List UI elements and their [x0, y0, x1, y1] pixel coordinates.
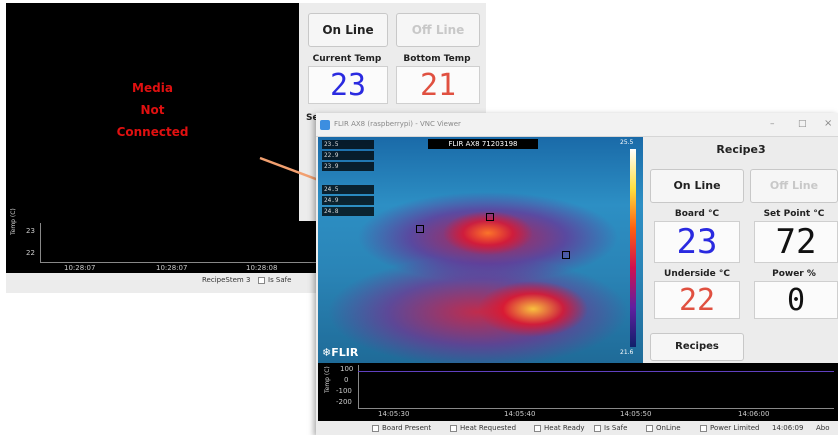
underside-temp-value: 22: [654, 281, 740, 319]
power-value: 0: [754, 281, 838, 319]
offline-button[interactable]: Off Line: [750, 169, 838, 203]
back-current-temp-value: 23: [308, 66, 388, 104]
board-present-checkbox[interactable]: [372, 424, 379, 432]
foreground-app-window: FLIR AX8 (raspberrypi) - VNC Viewer – □ …: [316, 113, 838, 435]
underside-temp-label: Underside °C: [664, 269, 730, 279]
power-limited-checkbox[interactable]: [700, 424, 707, 432]
front-graph-xtick: 14:06:00: [738, 410, 770, 418]
temperature-scale-bar: [630, 149, 636, 347]
media-line-3: Connected: [116, 125, 189, 139]
graph-series-line: [358, 371, 834, 372]
front-graph-ytick: -200: [336, 398, 352, 406]
front-graph-ytick: -100: [336, 387, 352, 395]
setpoint-value[interactable]: 72: [754, 221, 838, 263]
window-title: FLIR AX8 (raspberrypi) - VNC Viewer: [334, 120, 461, 128]
status-is-safe: Is Safe: [594, 424, 627, 432]
back-current-temp-label: Current Temp: [312, 54, 382, 64]
front-graph-ytick: 0: [344, 376, 349, 384]
minimize-icon[interactable]: –: [770, 119, 775, 129]
front-graph-ytick: 100: [340, 365, 354, 373]
status-online: OnLine: [646, 424, 681, 432]
setpoint-label: Set Point °C: [763, 209, 825, 219]
recipe-title: Recipe3: [716, 143, 766, 156]
back-offline-button[interactable]: Off Line: [396, 13, 480, 47]
back-bottom-temp-label: Bottom Temp: [403, 54, 471, 64]
front-temp-graph: Temp (C) 100 0 -100 -200 14:05:30 14:05:…: [318, 363, 838, 421]
media-line-1: Media: [132, 81, 173, 95]
media-line-2: Not: [140, 103, 165, 117]
back-bottom-temp-value: 21: [396, 66, 480, 104]
thermal-header: FLIR AX8 71203198: [428, 139, 538, 149]
status-heat-requested: Heat Requested: [450, 424, 516, 432]
spot-marker: [416, 225, 424, 233]
scale-max: 25.5: [620, 139, 634, 146]
front-graph-xtick: 14:05:40: [504, 410, 536, 418]
front-graph-xtick: 14:05:30: [378, 410, 410, 418]
front-graph-xtick: 14:05:50: [620, 410, 652, 418]
is-safe-checkbox[interactable]: [258, 276, 265, 284]
status-power-limited: Power Limited: [700, 424, 760, 432]
spot-tag: 24.5: [322, 185, 374, 194]
back-graph-axis-label: Temp (C): [10, 208, 17, 235]
about-link[interactable]: Abo: [816, 424, 830, 432]
media-status-text: Media Not Connected: [6, 77, 299, 143]
power-label: Power %: [772, 269, 816, 279]
spot-marker: [562, 251, 570, 259]
back-status-recipe: RecipeStem 3: [202, 276, 251, 284]
spot-tag: 23.9: [322, 162, 374, 171]
board-temp-label: Board °C: [674, 209, 720, 219]
window-titlebar[interactable]: FLIR AX8 (raspberrypi) - VNC Viewer – □ …: [316, 113, 838, 137]
spot-tag: 23.5: [322, 140, 374, 149]
back-graph-ytick: 23: [26, 227, 35, 235]
front-status-bar: Board Present Heat Requested Heat Ready …: [316, 421, 838, 435]
back-graph-ytick: 22: [26, 249, 35, 257]
back-graph-xtick: 10:28:07: [64, 264, 96, 272]
online-checkbox[interactable]: [646, 424, 653, 432]
is-safe-checkbox[interactable]: [594, 424, 601, 432]
close-icon[interactable]: ×: [824, 118, 832, 129]
spot-marker: [486, 213, 494, 221]
status-heat-ready: Heat Ready: [534, 424, 585, 432]
online-button[interactable]: On Line: [650, 169, 744, 203]
front-graph-axis-label: Temp (C): [324, 366, 331, 393]
status-time: 14:06:09: [772, 424, 804, 432]
back-online-button[interactable]: On Line: [308, 13, 388, 47]
spot-tag: 22.9: [322, 151, 374, 160]
back-graph-xtick: 10:28:07: [156, 264, 188, 272]
back-status-is-safe: Is Safe: [258, 276, 291, 284]
snowflake-icon: ❄: [322, 346, 332, 359]
thermal-camera-view: FLIR AX8 71203198 25.5 21.6 23.5 22.9 23…: [318, 137, 643, 363]
board-temp-value: 23: [654, 221, 740, 263]
spot-tag: 24.8: [322, 207, 374, 216]
scale-min: 21.6: [620, 349, 634, 356]
status-board-present: Board Present: [372, 424, 431, 432]
app-icon: [320, 120, 330, 130]
back-graph-xtick: 10:28:08: [246, 264, 278, 272]
front-control-panel: Recipe3 On Line Off Line Board °C Set Po…: [644, 137, 838, 363]
recipes-button[interactable]: Recipes: [650, 333, 744, 361]
flir-logo: ❄FLIR: [322, 346, 359, 359]
heat-requested-checkbox[interactable]: [450, 424, 457, 432]
heat-ready-checkbox[interactable]: [534, 424, 541, 432]
maximize-icon[interactable]: □: [798, 119, 807, 129]
spot-tag: 24.9: [322, 196, 374, 205]
